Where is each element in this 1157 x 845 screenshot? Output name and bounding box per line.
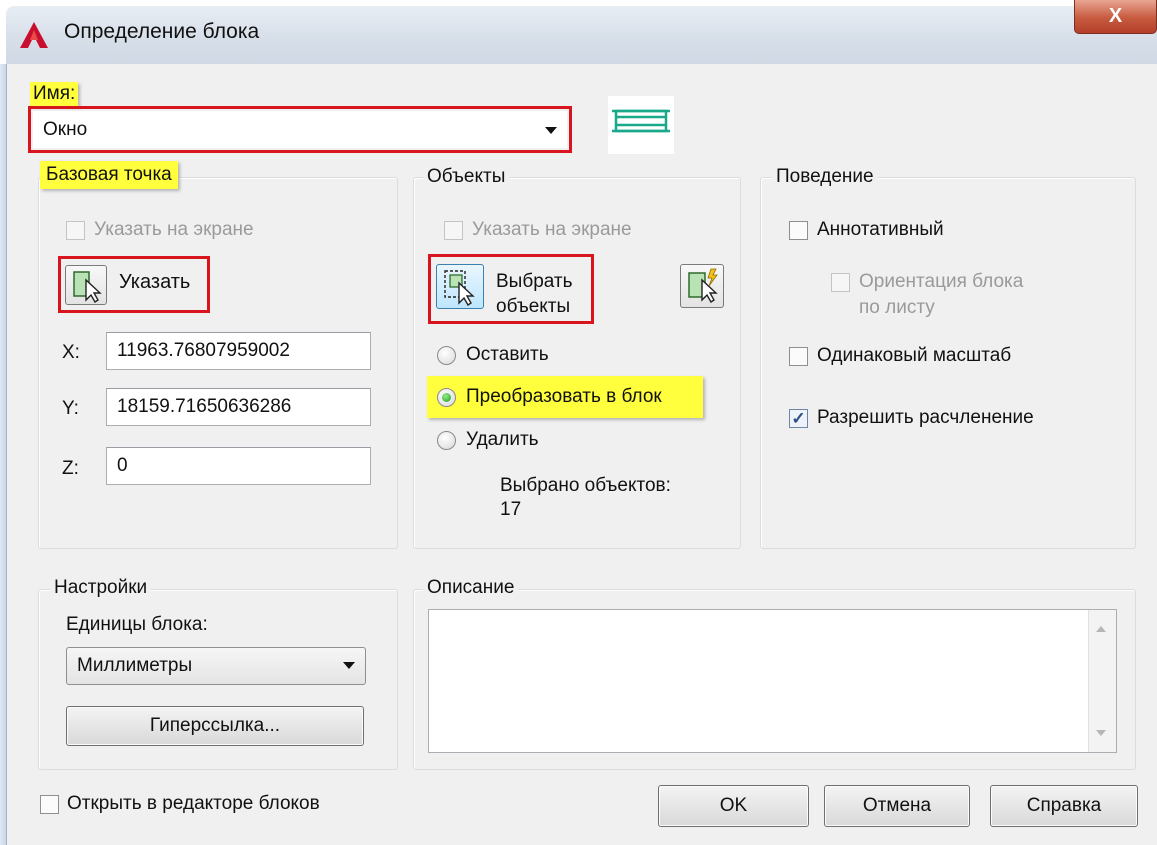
- base-point-title: Базовая точка: [40, 161, 178, 189]
- help-label: Справка: [1026, 795, 1102, 816]
- autocad-logo-icon: [20, 22, 48, 48]
- delete-radio[interactable]: [437, 431, 456, 450]
- delete-label[interactable]: Удалить: [466, 429, 539, 451]
- objects-specify-on-screen-label: Указать на экране: [472, 219, 632, 240]
- objects-title: Объекты: [423, 166, 510, 188]
- base-specify-on-screen-checkbox[interactable]: [66, 221, 85, 240]
- annotative-label[interactable]: Аннотативный: [817, 219, 944, 241]
- cancel-label: Отмена: [862, 795, 932, 816]
- x-coordinate-value: 11963.76807959002: [117, 340, 290, 361]
- selected-count-value: 17: [500, 499, 522, 520]
- close-button[interactable]: X: [1074, 0, 1157, 34]
- select-objects-label-line2[interactable]: объекты: [496, 296, 570, 318]
- hyperlink-label: Гиперссылка...: [149, 715, 281, 736]
- open-in-editor-checkbox[interactable]: [40, 795, 59, 814]
- name-label: Имя:: [30, 82, 79, 106]
- objects-specify-on-screen-checkbox[interactable]: [444, 221, 463, 240]
- x-coordinate-input[interactable]: 11963.76807959002: [106, 332, 371, 370]
- pick-point-icon: [73, 271, 102, 303]
- hyperlink-button[interactable]: Гиперссылка...: [66, 706, 364, 746]
- units-combo[interactable]: Миллиметры: [66, 647, 366, 685]
- z-coordinate-value: 0: [117, 455, 128, 476]
- units-label: Единицы блока:: [66, 614, 208, 635]
- select-objects-button[interactable]: [436, 264, 484, 309]
- allow-explode-label[interactable]: Разрешить расчленение: [817, 407, 1034, 429]
- select-objects-label-line1[interactable]: Выбрать: [496, 271, 573, 293]
- open-in-editor-label[interactable]: Открыть в редакторе блоков: [67, 793, 320, 815]
- cancel-button[interactable]: Отмена: [824, 785, 970, 827]
- pick-point-label[interactable]: Указать: [119, 271, 190, 294]
- base-specify-on-screen-label: Указать на экране: [94, 219, 254, 240]
- description-textarea[interactable]: [428, 609, 1117, 753]
- orientation-checkbox[interactable]: [831, 273, 850, 292]
- allow-explode-checkbox[interactable]: ✓: [789, 409, 808, 428]
- pick-point-button[interactable]: [65, 265, 107, 305]
- y-coordinate-value: 18159.71650636286: [117, 396, 292, 417]
- quick-select-button[interactable]: [680, 264, 724, 308]
- behavior-title: Поведение: [772, 166, 878, 188]
- y-label: Y:: [62, 398, 79, 419]
- scroll-up-icon[interactable]: [1094, 624, 1108, 634]
- scroll-down-icon[interactable]: [1094, 728, 1108, 738]
- window-title: Определение блока: [64, 20, 260, 43]
- settings-title: Настройки: [50, 577, 152, 599]
- ok-button[interactable]: OK: [658, 785, 809, 827]
- ok-label: OK: [719, 795, 748, 816]
- retain-radio[interactable]: [437, 346, 456, 365]
- uniform-scale-checkbox[interactable]: [789, 347, 808, 366]
- orientation-label-line2: по листу: [859, 297, 935, 318]
- select-objects-icon: [444, 270, 475, 306]
- convert-radio[interactable]: [437, 388, 456, 407]
- uniform-scale-label[interactable]: Одинаковый масштаб: [817, 345, 1011, 367]
- selected-count-caption: Выбрано объектов:: [500, 475, 671, 496]
- annotative-checkbox[interactable]: [789, 221, 808, 240]
- description-title: Описание: [423, 577, 519, 599]
- convert-label[interactable]: Преобразовать в блок: [466, 386, 662, 408]
- chevron-down-icon[interactable]: [545, 127, 557, 134]
- z-coordinate-input[interactable]: 0: [106, 447, 371, 485]
- retain-label[interactable]: Оставить: [466, 344, 549, 366]
- help-button[interactable]: Справка: [990, 785, 1138, 827]
- block-preview: [608, 96, 674, 154]
- z-label: Z:: [62, 458, 79, 479]
- chevron-down-icon[interactable]: [343, 662, 355, 669]
- block-preview-icon: [612, 109, 670, 133]
- y-coordinate-input[interactable]: 18159.71650636286: [106, 388, 371, 426]
- orientation-label-line1: Ориентация блока: [859, 271, 1024, 292]
- name-value: Окно: [43, 118, 88, 140]
- quick-select-icon: [688, 268, 718, 303]
- units-value: Миллиметры: [77, 655, 193, 676]
- x-label: X:: [62, 342, 80, 363]
- name-combo[interactable]: Окно: [33, 111, 567, 148]
